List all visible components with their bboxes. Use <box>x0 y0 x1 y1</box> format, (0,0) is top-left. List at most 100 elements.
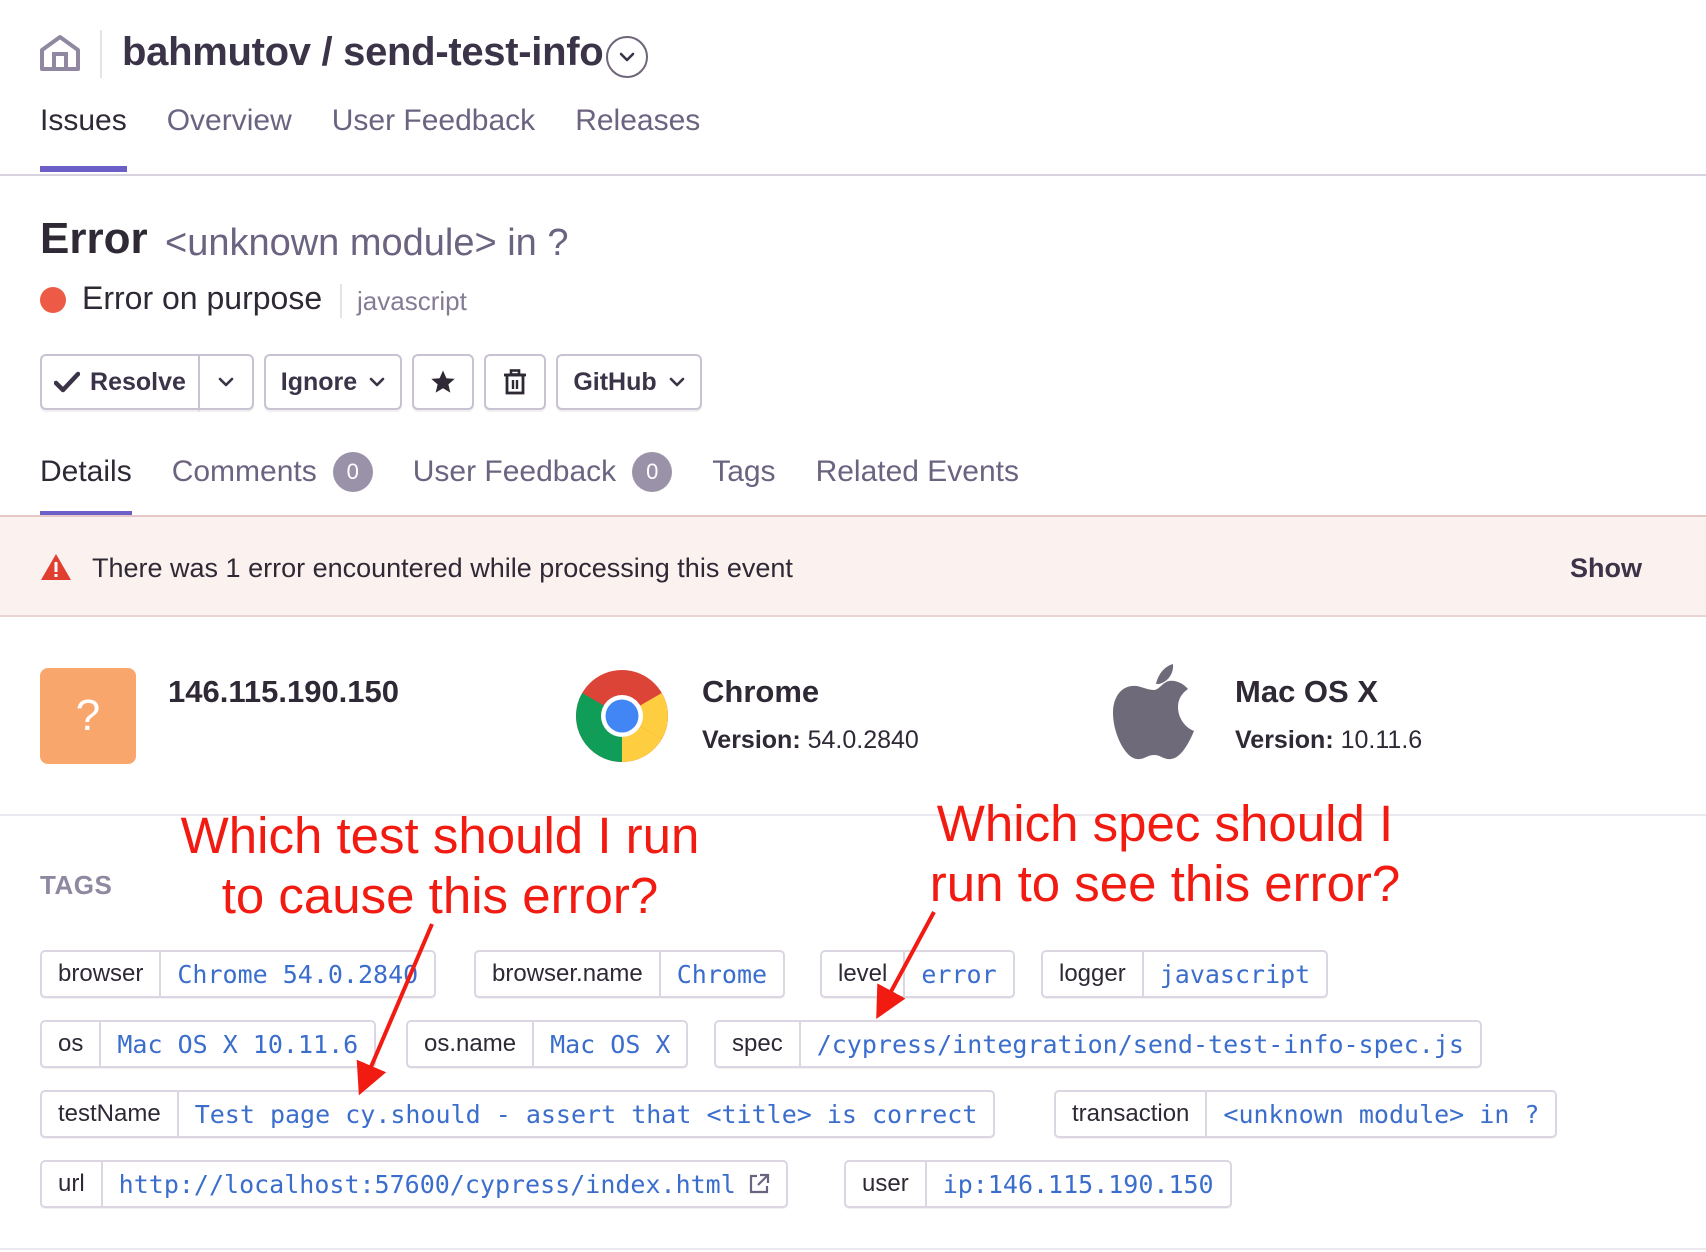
tag-value[interactable]: ip:146.115.190.150 <box>927 1162 1230 1206</box>
tag-key: user <box>846 1162 927 1206</box>
show-errors-button[interactable]: Show <box>1570 553 1642 584</box>
issue-platform: javascript <box>357 286 467 316</box>
issue-type: Error <box>40 214 148 263</box>
level-indicator-dot <box>40 287 66 313</box>
browser-name: Chrome <box>702 674 820 709</box>
tag-value[interactable]: /cypress/integration/send-test-info-spec… <box>801 1022 1480 1066</box>
annotation-left-line2: to cause this error? <box>221 867 659 924</box>
ignore-button[interactable]: Ignore <box>264 354 402 410</box>
trash-icon <box>504 369 526 395</box>
ignore-label: Ignore <box>280 367 358 396</box>
alert-message: There was 1 error encountered while proc… <box>92 553 793 583</box>
tag-key: transaction <box>1056 1092 1208 1136</box>
user-feedback-count-badge: 0 <box>632 452 673 492</box>
project-home-icon[interactable] <box>38 34 82 72</box>
annotation-left-line1: Which test should I run <box>180 807 700 864</box>
tab-related-events-label: Related Events <box>815 455 1020 488</box>
resolve-label: Resolve <box>90 367 186 396</box>
tag-key: testName <box>42 1092 179 1136</box>
chevron-down-icon <box>619 52 635 62</box>
tag-test-name[interactable]: testName Test page cy.should - assert th… <box>40 1090 996 1138</box>
chrome-icon <box>576 670 668 762</box>
external-link-icon[interactable] <box>748 1173 770 1195</box>
tag-key: url <box>42 1162 103 1206</box>
tag-os-name[interactable]: os.name Mac OS X <box>406 1020 689 1068</box>
tag-browser[interactable]: browser Chrome 54.0.2840 <box>40 950 437 998</box>
project-title[interactable]: bahmutov / send-test-info <box>122 30 604 75</box>
tag-value[interactable]: Mac OS X 10.11.6 <box>101 1022 374 1066</box>
tag-url[interactable]: url http://localhost:57600/cypress/index… <box>40 1160 788 1208</box>
tag-logger[interactable]: logger javascript <box>1041 950 1329 998</box>
tag-key: browser <box>42 952 162 996</box>
star-icon <box>431 370 455 393</box>
tag-os[interactable]: os Mac OS X 10.11.6 <box>40 1020 377 1068</box>
apple-icon <box>1113 664 1194 760</box>
tag-value[interactable]: Chrome <box>661 952 783 996</box>
nav-tab-releases[interactable]: Releases <box>575 100 700 176</box>
tab-tags[interactable]: Tags <box>712 455 775 489</box>
issue-culprit: <unknown module> in ? <box>165 222 569 264</box>
tag-browser-name[interactable]: browser.name Chrome <box>474 950 786 998</box>
resolve-dropdown-button[interactable] <box>198 354 254 410</box>
project-nav: Issues Overview User Feedback Releases <box>40 100 740 176</box>
warning-icon <box>41 554 71 580</box>
resolve-button[interactable]: Resolve <box>40 354 200 410</box>
bookmark-button[interactable] <box>412 354 474 410</box>
tag-key: os.name <box>408 1022 535 1066</box>
os-version: Version: 10.11.6 <box>1235 726 1422 755</box>
nav-tab-overview[interactable]: Overview <box>167 100 292 176</box>
tab-user-feedback[interactable]: User Feedback 0 <box>413 452 673 492</box>
tag-transaction[interactable]: transaction <unknown module> in ? <box>1054 1090 1558 1138</box>
annotation-right-line1: Which spec should I <box>936 795 1394 852</box>
comments-count-badge: 0 <box>332 452 373 492</box>
message-divider <box>340 284 342 318</box>
nav-tab-issues[interactable]: Issues <box>40 100 127 176</box>
tab-comments[interactable]: Comments 0 <box>172 452 373 492</box>
tags-heading: TAGS <box>40 870 113 900</box>
chevron-down-icon <box>369 377 385 387</box>
chevron-down-icon <box>669 377 684 387</box>
os-version-label: Version: <box>1235 726 1334 754</box>
tag-value[interactable]: error <box>905 952 1012 996</box>
browser-version-value: 54.0.2840 <box>807 726 919 754</box>
os-name: Mac OS X <box>1235 674 1378 709</box>
tag-level[interactable]: level error <box>820 950 1015 998</box>
tag-key: level <box>822 952 906 996</box>
user-avatar: ? <box>40 668 136 764</box>
project-dropdown-button[interactable] <box>606 36 648 78</box>
checkmark-icon <box>54 371 81 393</box>
os-version-value: 10.11.6 <box>1340 726 1423 754</box>
tab-tags-label: Tags <box>712 455 776 488</box>
annotation-left: Which test should I run to cause this er… <box>160 806 720 926</box>
tab-comments-label: Comments <box>171 455 317 488</box>
tag-url-value[interactable]: http://localhost:57600/cypress/index.htm… <box>119 1170 736 1199</box>
tag-value[interactable]: Chrome 54.0.2840 <box>161 952 434 996</box>
chevron-down-icon <box>218 377 234 387</box>
header-divider <box>100 30 102 78</box>
tag-value[interactable]: Mac OS X <box>534 1022 686 1066</box>
tag-key: spec <box>716 1022 801 1066</box>
issue-message: Error on purpose <box>82 280 323 316</box>
github-button[interactable]: GitHub <box>556 354 702 410</box>
delete-button[interactable] <box>484 354 546 410</box>
nav-tab-user-feedback[interactable]: User Feedback <box>332 100 535 176</box>
github-label: GitHub <box>573 367 657 396</box>
tab-related-events[interactable]: Related Events <box>816 455 1019 489</box>
processing-error-alert: There was 1 error encountered while proc… <box>0 517 1706 617</box>
browser-version-label: Version: <box>702 726 801 754</box>
browser-version: Version: 54.0.2840 <box>702 726 919 755</box>
tag-value[interactable]: Test page cy.should - assert that <title… <box>179 1092 994 1136</box>
tag-value[interactable]: javascript <box>1144 952 1327 996</box>
tab-details-label: Details <box>40 455 132 488</box>
tab-details[interactable]: Details <box>40 455 132 516</box>
tag-key: os <box>42 1022 102 1066</box>
user-ip: 146.115.190.150 <box>168 674 400 709</box>
tag-value[interactable]: http://localhost:57600/cypress/index.htm… <box>103 1162 786 1206</box>
nav-divider <box>0 174 1706 176</box>
tag-spec[interactable]: spec /cypress/integration/send-test-info… <box>714 1020 1482 1068</box>
footer-divider <box>0 1248 1706 1250</box>
tag-user[interactable]: user ip:146.115.190.150 <box>844 1160 1232 1208</box>
tag-key: browser.name <box>476 952 661 996</box>
tag-value[interactable]: <unknown module> in ? <box>1207 1092 1555 1136</box>
tag-key: logger <box>1043 952 1144 996</box>
